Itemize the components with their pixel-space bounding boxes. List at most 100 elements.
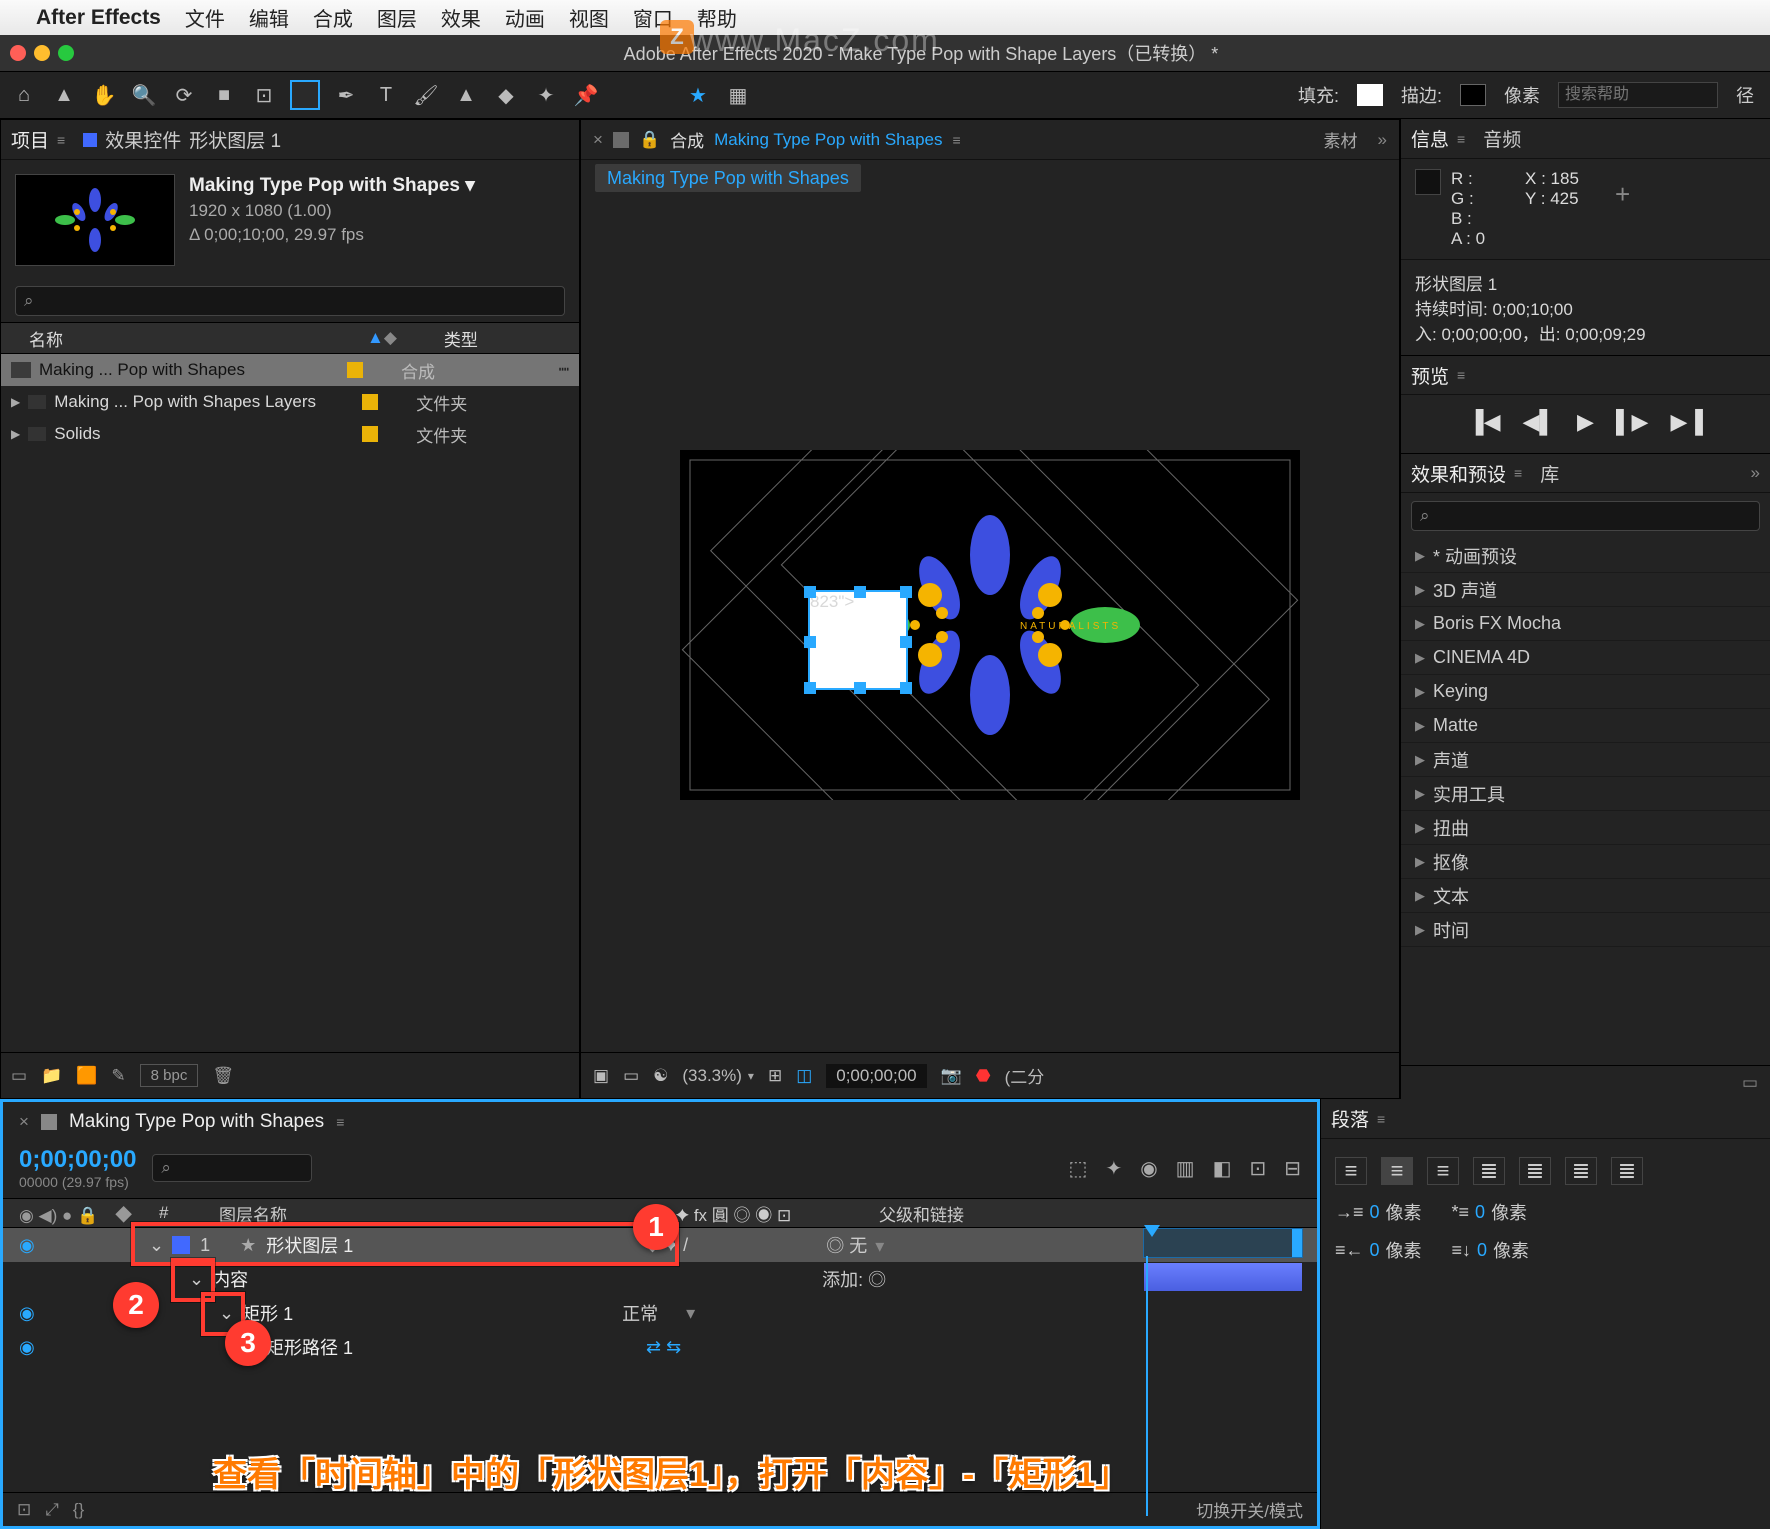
- orbit-tool-icon[interactable]: ⟳: [170, 81, 198, 109]
- project-item-comp[interactable]: Making ... Pop with Shapes 合成 ┉: [1, 354, 579, 386]
- frame-blend-icon[interactable]: ✦: [1105, 1156, 1122, 1181]
- resolution-dropdown[interactable]: (二分: [1005, 1063, 1045, 1088]
- snapshot-icon[interactable]: 📷: [941, 1066, 962, 1086]
- magnify-icon[interactable]: ▣: [593, 1066, 609, 1086]
- shape-selection-box[interactable]: 823">: [808, 590, 908, 690]
- camera-tool-icon[interactable]: ■: [210, 81, 238, 109]
- grid-toggle-icon[interactable]: ⊞: [768, 1066, 782, 1086]
- menu-edit[interactable]: 编辑: [249, 3, 289, 32]
- rectangle-tool-icon[interactable]: [290, 80, 320, 110]
- pan-behind-tool-icon[interactable]: ⊡: [250, 81, 278, 109]
- visibility-icon[interactable]: ◉: [19, 1337, 49, 1358]
- visibility-icon[interactable]: ◉: [19, 1235, 49, 1256]
- resolution-icon[interactable]: ▭: [623, 1066, 639, 1086]
- star-icon[interactable]: ★: [684, 81, 712, 109]
- space-after-input[interactable]: ≡↓ 0 像素: [1452, 1237, 1530, 1263]
- new-folder-icon[interactable]: 📁: [41, 1066, 62, 1086]
- tab-effect-controls[interactable]: 效果控件 形状图层 1: [83, 126, 281, 153]
- type-tool-icon[interactable]: T: [372, 81, 400, 109]
- interpret-icon[interactable]: ▭: [11, 1066, 27, 1086]
- layer-color-swatch[interactable]: [172, 1236, 190, 1254]
- close-tab-icon[interactable]: ×: [593, 130, 603, 150]
- next-frame-icon[interactable]: ▌▶: [1616, 409, 1649, 435]
- tab-project[interactable]: 项目 ≡: [11, 126, 65, 153]
- fx-category[interactable]: ▶CINEMA 4D: [1401, 641, 1770, 675]
- menu-animation[interactable]: 动画: [505, 3, 545, 32]
- layer-name[interactable]: 形状图层 1: [266, 1232, 646, 1258]
- first-frame-icon[interactable]: ▐◀: [1468, 409, 1501, 435]
- zoom-dropdown[interactable]: (33.3%) ▾: [682, 1066, 754, 1086]
- timeline-rectpath-row[interactable]: ◉ ▸ 矩形路径 1 ⇄ ⇆: [3, 1330, 1317, 1364]
- project-search-input[interactable]: ⌕: [15, 286, 565, 316]
- render-icon[interactable]: ⊡: [1249, 1156, 1266, 1181]
- roto-tool-icon[interactable]: ✦: [532, 81, 560, 109]
- toggle-switches-icon[interactable]: ⊡: [17, 1500, 31, 1520]
- eraser-tool-icon[interactable]: ◆: [492, 81, 520, 109]
- fx-category[interactable]: ▶* 动画预设: [1401, 539, 1770, 573]
- puppet-tool-icon[interactable]: 📌: [572, 81, 600, 109]
- comp-breadcrumb[interactable]: Making Type Pop with Shapes: [595, 164, 861, 192]
- indent-right-input[interactable]: ≡← 0 像素: [1335, 1237, 1422, 1263]
- composition-viewport[interactable]: NATURALISTS 823">: [581, 197, 1399, 1052]
- markers-icon[interactable]: ⊟: [1284, 1156, 1301, 1181]
- menu-view[interactable]: 视图: [569, 3, 609, 32]
- tab-paragraph[interactable]: 段落 ≡: [1331, 1105, 1385, 1132]
- stroke-px[interactable]: 像素: [1504, 82, 1540, 108]
- add-button[interactable]: 添加: ◎: [822, 1266, 886, 1292]
- selection-tool-icon[interactable]: ▲: [50, 81, 78, 109]
- zoom-tool-icon[interactable]: 🔍: [130, 81, 158, 109]
- menu-layer[interactable]: 图层: [377, 3, 417, 32]
- twirl-icon[interactable]: ⌄: [189, 1269, 204, 1290]
- hand-tool-icon[interactable]: ✋: [90, 81, 118, 109]
- fx-category[interactable]: ▶扭曲: [1401, 811, 1770, 845]
- visibility-icon[interactable]: ◉: [19, 1303, 49, 1324]
- graph-icon[interactable]: ▥: [1176, 1156, 1195, 1181]
- menu-effect[interactable]: 效果: [441, 3, 481, 32]
- app-name[interactable]: After Effects: [36, 6, 161, 30]
- trash-icon[interactable]: 🗑: [212, 1066, 234, 1086]
- grid-icon[interactable]: ▦: [724, 81, 752, 109]
- lock-icon[interactable]: 🔒: [639, 130, 660, 150]
- tab-audio[interactable]: 音频: [1483, 125, 1521, 152]
- last-frame-icon[interactable]: ▶▐: [1670, 409, 1703, 435]
- stroke-swatch[interactable]: [1460, 84, 1486, 106]
- toggle-mode-label[interactable]: 切换开关/模式: [1196, 1497, 1303, 1522]
- new-bin-icon[interactable]: ▭: [1742, 1073, 1758, 1093]
- clone-tool-icon[interactable]: ▲: [452, 81, 480, 109]
- close-icon[interactable]: [10, 45, 26, 61]
- bpc-button[interactable]: 8 bpc: [140, 1064, 199, 1087]
- search-help-input[interactable]: [1558, 82, 1718, 108]
- fx-category[interactable]: ▶声道: [1401, 743, 1770, 777]
- motion-blur-icon[interactable]: ◉: [1140, 1156, 1157, 1181]
- menu-composition[interactable]: 合成: [313, 3, 353, 32]
- align-right-icon[interactable]: ≡: [1427, 1157, 1459, 1185]
- justify-left-icon[interactable]: ≣: [1473, 1157, 1505, 1185]
- project-item-folder[interactable]: ▶ Solids 文件夹: [1, 418, 579, 450]
- comp-tab-name[interactable]: Making Type Pop with Shapes: [714, 130, 942, 150]
- guides-toggle-icon[interactable]: ◫: [796, 1066, 812, 1086]
- prev-frame-icon[interactable]: ◀▌: [1523, 409, 1556, 435]
- timeline-search-input[interactable]: ⌕: [152, 1154, 312, 1182]
- fx-category[interactable]: ▶时间: [1401, 913, 1770, 947]
- twirl-icon[interactable]: ⌄: [219, 1303, 234, 1324]
- tab-footage[interactable]: 素材: [1324, 127, 1358, 152]
- tab-effects-presets[interactable]: 效果和预设 ≡: [1411, 460, 1522, 487]
- menu-file[interactable]: 文件: [185, 3, 225, 32]
- justify-all-icon[interactable]: ≣: [1611, 1157, 1643, 1185]
- tab-info[interactable]: 信息 ≡: [1411, 125, 1465, 152]
- fx-category[interactable]: ▶Boris FX Mocha: [1401, 607, 1770, 641]
- composition-thumbnail[interactable]: [15, 174, 175, 266]
- fx-category[interactable]: ▶3D 声道: [1401, 573, 1770, 607]
- justify-center-icon[interactable]: ≣: [1519, 1157, 1551, 1185]
- minimize-icon[interactable]: [34, 45, 50, 61]
- effects-search-input[interactable]: ⌕: [1411, 501, 1760, 531]
- menu-help[interactable]: 帮助: [697, 3, 737, 32]
- mask-icon[interactable]: ☯: [653, 1066, 668, 1086]
- new-comp-icon[interactable]: 🟧: [76, 1066, 97, 1086]
- shy-icon[interactable]: ⬚: [1069, 1156, 1088, 1181]
- expand-icon[interactable]: ⤢: [45, 1500, 59, 1520]
- timeline-timecode[interactable]: 0;00;00;00: [19, 1146, 136, 1174]
- fill-swatch[interactable]: [1357, 84, 1383, 106]
- project-columns-header[interactable]: 名称 ▲ ◆ 类型: [1, 322, 579, 354]
- play-icon[interactable]: ▶: [1577, 409, 1594, 435]
